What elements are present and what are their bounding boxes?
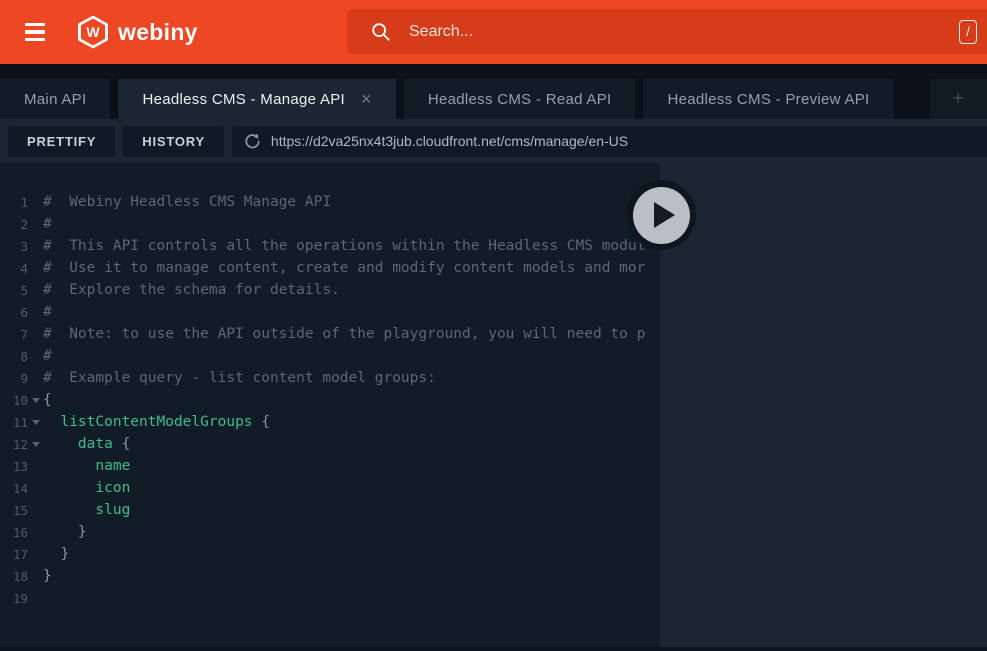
code-text: #	[43, 304, 52, 320]
tab-headless-cms-read-api[interactable]: Headless CMS - Read API	[404, 79, 636, 119]
code-text: }	[43, 546, 69, 562]
line-number: 8	[0, 349, 28, 364]
fold-toggle-icon[interactable]	[28, 442, 43, 447]
code-line[interactable]: 10 {	[0, 389, 660, 411]
code-line[interactable]: 3 # This API controls all the operations …	[0, 235, 660, 257]
api-tab-strip: Main API Headless CMS - Manage API × Hea…	[0, 64, 987, 119]
logo-wordmark: webiny	[118, 19, 198, 46]
line-number: 1	[0, 195, 28, 210]
line-number: 6	[0, 305, 28, 320]
history-button[interactable]: HISTORY	[123, 126, 224, 157]
hamburger-menu-icon[interactable]	[25, 23, 45, 41]
execute-query-button[interactable]	[626, 180, 696, 250]
reload-endpoint-icon[interactable]	[244, 133, 261, 150]
code-line[interactable]: 15 slug	[0, 499, 660, 521]
code-text: #	[43, 348, 52, 364]
code-line[interactable]: 14 icon	[0, 477, 660, 499]
tab-label: Main API	[24, 91, 86, 108]
tab-label: Headless CMS - Read API	[428, 91, 612, 108]
prettify-button[interactable]: PRETTIFY	[8, 126, 115, 157]
code-text: {	[43, 392, 52, 408]
code-line[interactable]: 7 # Note: to use the API outside of the p…	[0, 323, 660, 345]
tab-label: Headless CMS - Preview API	[667, 91, 869, 108]
code-text: name	[43, 458, 130, 474]
tab-headless-cms-preview-api[interactable]: Headless CMS - Preview API	[643, 79, 893, 119]
code-line[interactable]: 16 }	[0, 521, 660, 543]
code-line[interactable]: 13 name	[0, 455, 660, 477]
code-line[interactable]: 12 data {	[0, 433, 660, 455]
code-line[interactable]: 9 # Example query - list content model gr…	[0, 367, 660, 389]
line-number: 5	[0, 283, 28, 298]
query-editor[interactable]: 1# Webiny Headless CMS Manage API2#3# Th…	[0, 163, 660, 651]
fold-toggle-icon[interactable]	[28, 398, 43, 403]
playground-main: 1# Webiny Headless CMS Manage API2#3# Th…	[0, 163, 987, 651]
code-text: # Example query - list content model gro…	[43, 370, 436, 386]
logo-letter: W	[86, 24, 99, 40]
line-number: 19	[0, 591, 28, 606]
code-line[interactable]: 5 # Explore the schema for details.	[0, 279, 660, 301]
code-text: }	[43, 524, 87, 540]
search-input[interactable]	[409, 23, 959, 41]
line-number: 7	[0, 327, 28, 342]
line-number: 4	[0, 261, 28, 276]
code-text: # This API controls all the operations w…	[43, 238, 645, 254]
code-text: # Webiny Headless CMS Manage API	[43, 194, 331, 210]
endpoint-url-bar[interactable]: https://d2va25nx4t3jub.cloudfront.net/cm…	[232, 126, 987, 157]
bottom-divider	[0, 647, 987, 651]
code-line[interactable]: 18}	[0, 565, 660, 587]
code-text: data {	[43, 436, 130, 452]
tab-main-api[interactable]: Main API	[0, 79, 110, 119]
search-shortcut-badge: /	[959, 20, 977, 44]
tab-headless-cms-manage-api[interactable]: Headless CMS - Manage API ×	[118, 79, 395, 119]
fold-toggle-icon[interactable]	[28, 420, 43, 425]
response-pane	[660, 163, 987, 651]
app-header: W webiny /	[0, 0, 987, 64]
code-line[interactable]: 6#	[0, 301, 660, 323]
search-icon	[370, 21, 392, 43]
code-text: # Note: to use the API outside of the pl…	[43, 326, 645, 342]
webiny-logo: W webiny	[78, 16, 198, 49]
code-text: # Explore the schema for details.	[43, 282, 340, 298]
code-line[interactable]: 4 # Use it to manage content, create and …	[0, 257, 660, 279]
code-line[interactable]: 1 # Webiny Headless CMS Manage API	[0, 191, 660, 213]
webiny-logo-icon: W	[78, 16, 108, 49]
code-text: }	[43, 568, 52, 584]
code-line[interactable]: 19	[0, 587, 660, 609]
line-number: 12	[0, 437, 28, 452]
add-tab-button[interactable]: +	[930, 79, 987, 119]
code-text: listContentModelGroups {	[43, 414, 270, 430]
line-number: 15	[0, 503, 28, 518]
code-line[interactable]: 17 }	[0, 543, 660, 565]
line-number: 14	[0, 481, 28, 496]
endpoint-url: https://d2va25nx4t3jub.cloudfront.net/cm…	[271, 133, 628, 149]
line-number: 18	[0, 569, 28, 584]
line-number: 16	[0, 525, 28, 540]
code-text: #	[43, 216, 52, 232]
line-number: 17	[0, 547, 28, 562]
plus-icon: +	[952, 87, 964, 111]
line-number: 10	[0, 393, 28, 408]
line-number: 2	[0, 217, 28, 232]
line-number: 3	[0, 239, 28, 254]
code-lines: 1# Webiny Headless CMS Manage API2#3# Th…	[0, 191, 660, 609]
query-toolbar: PRETTIFY HISTORY https://d2va25nx4t3jub.…	[0, 119, 987, 163]
code-line[interactable]: 2#	[0, 213, 660, 235]
tab-label: Headless CMS - Manage API	[142, 91, 345, 108]
search-bar[interactable]: /	[347, 9, 987, 54]
code-text: slug	[43, 502, 130, 518]
code-text: # Use it to manage content, create and m…	[43, 260, 645, 276]
code-line[interactable]: 11 listContentModelGroups {	[0, 411, 660, 433]
code-text: icon	[43, 480, 130, 496]
play-icon	[633, 187, 690, 244]
line-number: 13	[0, 459, 28, 474]
line-number: 11	[0, 415, 28, 430]
code-line[interactable]: 8#	[0, 345, 660, 367]
close-tab-icon[interactable]: ×	[361, 90, 372, 108]
line-number: 9	[0, 371, 28, 386]
